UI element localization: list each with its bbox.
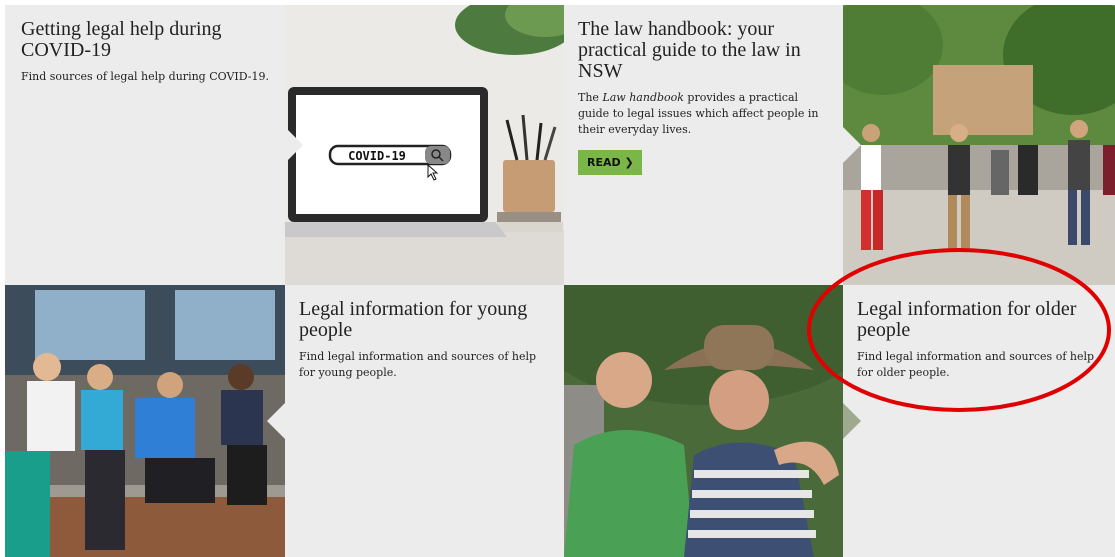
- covid-help-description: Find sources of legal help during COVID-…: [21, 70, 269, 83]
- tile-notch: [267, 403, 285, 439]
- young-people-image[interactable]: [5, 285, 285, 557]
- young-people-illustration: [5, 285, 285, 557]
- older-people-title[interactable]: Legal information for older people: [857, 299, 1106, 341]
- street-scene-image[interactable]: [843, 5, 1115, 285]
- covid-help-title[interactable]: Getting legal help during COVID-19: [21, 19, 269, 61]
- young-people-description: Find legal information and sources of he…: [299, 350, 537, 379]
- law-handbook-description: The Law handbook provides a practical gu…: [578, 91, 819, 136]
- covid-help-tile[interactable]: Getting legal help during COVID-19 Find …: [5, 5, 285, 285]
- law-handbook-tile[interactable]: The law handbook: your practical guide t…: [564, 5, 843, 285]
- chevron-right-icon: ❯: [624, 156, 634, 169]
- read-button-label: READ: [587, 156, 621, 169]
- law-handbook-emphasis: Law handbook: [602, 91, 684, 104]
- topic-grid: Getting legal help during COVID-19 Find …: [5, 5, 1115, 557]
- older-people-image[interactable]: [564, 285, 843, 557]
- law-handbook-title[interactable]: The law handbook: your practical guide t…: [578, 19, 829, 82]
- tile-notch: [843, 403, 861, 439]
- street-scene-illustration: [843, 5, 1115, 285]
- older-people-description: Find legal information and sources of he…: [857, 350, 1095, 379]
- young-people-tile[interactable]: Legal information for young people Find …: [285, 285, 564, 557]
- read-handbook-button[interactable]: READ ❯: [578, 150, 642, 175]
- older-people-tile[interactable]: Legal information for older people Find …: [843, 285, 1115, 557]
- tile-notch: [843, 127, 861, 163]
- laptop-covid-image[interactable]: COVID-19: [285, 5, 564, 285]
- older-people-illustration: [564, 285, 843, 557]
- laptop-search-text: COVID-19: [348, 149, 406, 163]
- tile-notch: [285, 127, 303, 163]
- young-people-title[interactable]: Legal information for young people: [299, 299, 550, 341]
- laptop-covid-illustration: COVID-19: [285, 5, 564, 285]
